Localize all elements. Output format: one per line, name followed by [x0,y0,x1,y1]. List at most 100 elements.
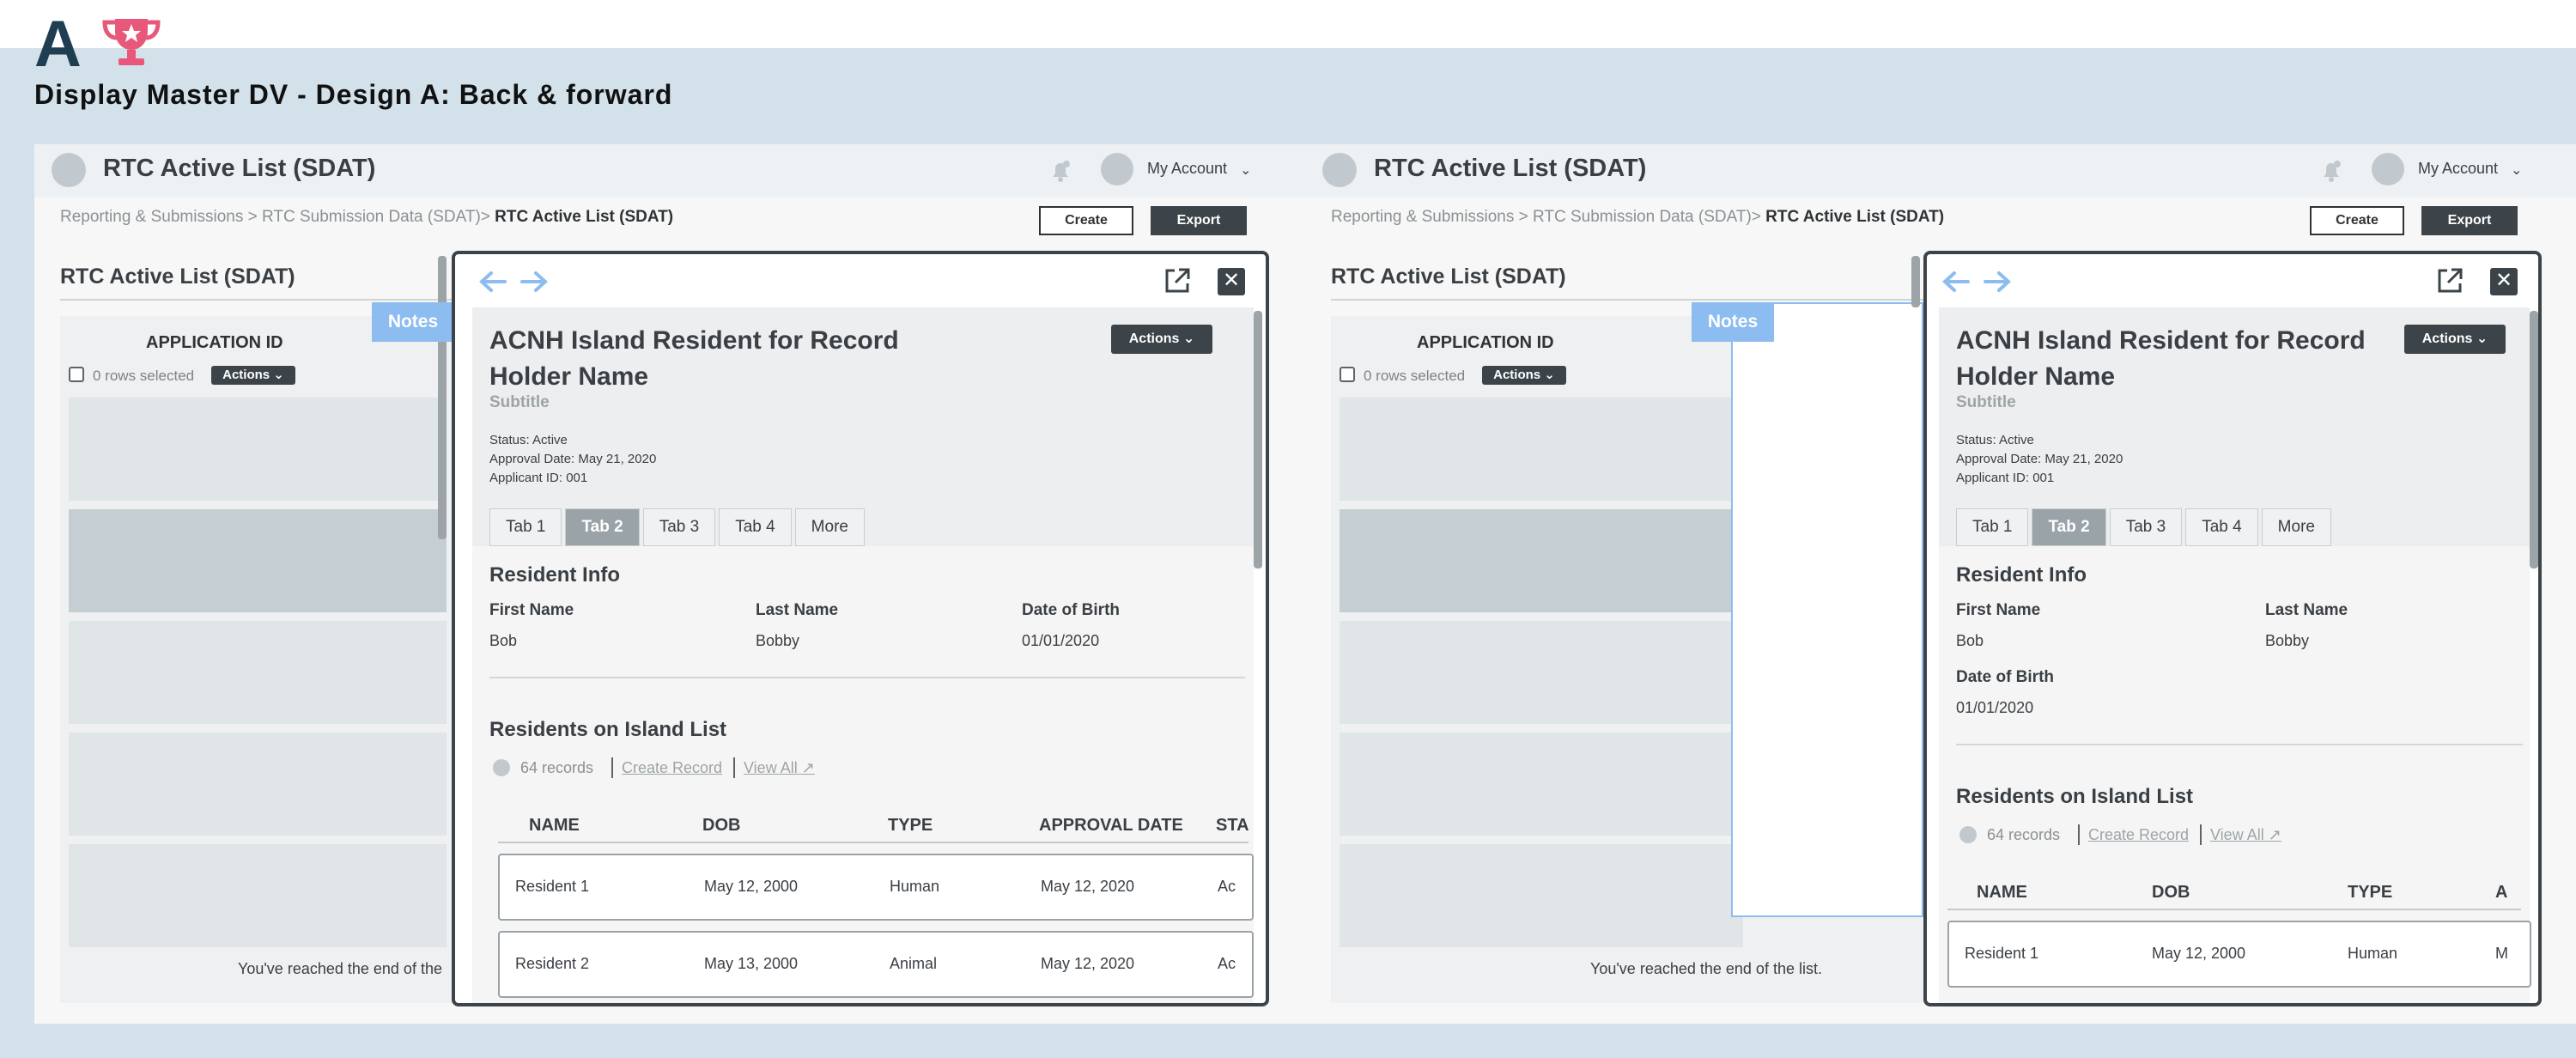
bell-icon[interactable] [2318,158,2344,184]
arrow-left-icon[interactable] [1941,270,1971,294]
column-header-application-id[interactable]: APPLICATION ID [1417,333,1554,353]
list-item[interactable] [1340,844,1743,947]
table-row[interactable]: Resident 1 May 12, 2000 Human May 12, 20… [498,854,1254,921]
list-item[interactable] [1340,509,1743,612]
first-name-value: Bob [1956,632,1984,649]
cell-dob: May 13, 2000 [704,955,799,972]
external-link-icon[interactable] [1163,266,1192,295]
cell-name: Resident 2 [515,955,590,972]
list-actions-button[interactable]: Actions ⌄ [211,366,295,385]
select-all-checkbox[interactable] [69,367,84,382]
tab-2[interactable]: Tab 2 [565,508,640,546]
record-applicant-id: Applicant ID: 001 [489,471,588,485]
list-item[interactable] [69,398,447,501]
list-title: RTC Active List (SDAT) [1331,264,1566,289]
notes-panel[interactable] [1731,302,1923,917]
last-name-label: Last Name [756,601,839,619]
account-menu[interactable]: My Account [1147,160,1227,178]
record-flyout: ✕ ACNH Island Resident for Record Holder… [1923,251,2542,1006]
record-flyout: ✕ ACNH Island Resident for Record Holder… [452,251,1269,1006]
bell-icon[interactable] [1048,158,1073,184]
logo: A [34,8,82,81]
record-title: ACNH Island Resident for Record Holder N… [489,326,899,391]
arrow-right-icon[interactable] [519,270,550,294]
cell-dob: May 12, 2000 [704,878,799,895]
column-header-name[interactable]: NAME [529,816,580,836]
divider [489,677,1245,678]
close-icon[interactable]: ✕ [2490,268,2518,295]
list-item[interactable] [1340,398,1743,501]
table-row[interactable]: Resident 1 May 12, 2000 Human M [1947,921,2531,988]
design-panel-left: RTC Active List (SDAT) My Account ⌄ Repo… [34,144,1305,1024]
notes-button[interactable]: Notes [1692,302,1774,342]
breadcrumb[interactable]: Reporting & Submissions > RTC Submission… [60,208,673,227]
tab-1[interactable]: Tab 1 [1956,508,2029,546]
account-menu[interactable]: My Account [2418,160,2498,178]
column-header-type[interactable]: TYPE [2348,883,2392,903]
create-button[interactable]: Create [2310,206,2404,235]
external-link-icon[interactable] [2435,266,2464,295]
record-actions-button[interactable]: Actions ⌄ [1111,325,1212,354]
dob-label: Date of Birth [1956,668,2054,686]
separator [611,757,613,778]
dob-value: 01/01/2020 [1956,699,2034,716]
flyout-scrollbar[interactable] [2530,311,2538,569]
account-avatar[interactable] [2372,153,2404,185]
chevron-down-icon[interactable]: ⌄ [1240,161,1251,179]
record-header: ACNH Island Resident for Record Holder N… [1939,307,2530,546]
column-header-type[interactable]: TYPE [888,816,933,836]
list-item[interactable] [1340,733,1743,836]
column-header-status[interactable]: STA [1216,816,1249,836]
tab-2[interactable]: Tab 2 [2032,508,2106,546]
table-row[interactable]: Resident 2 May 13, 2000 Animal May 12, 2… [498,931,1254,998]
view-all-link[interactable]: View All ↗ [2210,826,2281,844]
list-item[interactable] [69,733,447,836]
list-scrollbar[interactable] [1911,256,1920,307]
column-header-name[interactable]: NAME [1977,883,2027,903]
tab-3[interactable]: Tab 3 [2109,508,2183,546]
notes-button[interactable]: Notes [372,302,454,342]
close-icon[interactable]: ✕ [1218,268,1245,295]
record-actions-button[interactable]: Actions ⌄ [2404,325,2506,354]
list-actions-button[interactable]: Actions ⌄ [1482,366,1566,385]
breadcrumb-path[interactable]: Reporting & Submissions > RTC Submission… [60,208,490,226]
tab-3[interactable]: Tab 3 [642,508,716,546]
create-record-link[interactable]: Create Record [622,759,722,777]
create-button[interactable]: Create [1039,206,1133,235]
column-header-dob[interactable]: DOB [702,816,740,836]
external-link-icon: ↗ [2268,826,2281,843]
record-approval-date: Approval Date: May 21, 2020 [489,452,657,466]
breadcrumb-path[interactable]: Reporting & Submissions > RTC Submission… [1331,208,1761,226]
separator [733,757,735,778]
breadcrumb[interactable]: Reporting & Submissions > RTC Submission… [1331,208,1944,227]
column-header-dob[interactable]: DOB [2152,883,2190,903]
records-indicator [493,759,510,776]
tab-more[interactable]: More [2261,508,2331,546]
cell-type: Human [2348,945,2398,962]
column-header-application-id[interactable]: APPLICATION ID [146,333,283,353]
export-button[interactable]: Export [2421,206,2518,235]
select-all-checkbox[interactable] [1340,367,1355,382]
create-record-link[interactable]: Create Record [2088,826,2189,844]
chevron-down-icon[interactable]: ⌄ [2511,161,2522,179]
export-button[interactable]: Export [1151,206,1247,235]
arrow-right-icon[interactable] [1982,270,2013,294]
arrow-left-icon[interactable] [477,270,508,294]
list-scrollbar[interactable] [438,256,447,539]
list-item[interactable] [1340,621,1743,724]
tab-4[interactable]: Tab 4 [719,508,792,546]
list-item[interactable] [69,509,447,612]
cell-type: Human [890,878,940,895]
tab-1[interactable]: Tab 1 [489,508,562,546]
tab-more[interactable]: More [794,508,865,546]
list-item[interactable] [69,844,447,947]
last-name-label: Last Name [2265,601,2348,619]
flyout-scrollbar[interactable] [1254,311,1262,569]
column-header-approval-date[interactable]: APPROVAL DATE [1039,816,1183,836]
tab-4[interactable]: Tab 4 [2185,508,2258,546]
divider [1331,299,1923,301]
list-item[interactable] [69,621,447,724]
column-header-approval-date[interactable]: A [2495,883,2507,903]
account-avatar[interactable] [1101,153,1133,185]
view-all-link[interactable]: View All ↗ [744,759,815,777]
